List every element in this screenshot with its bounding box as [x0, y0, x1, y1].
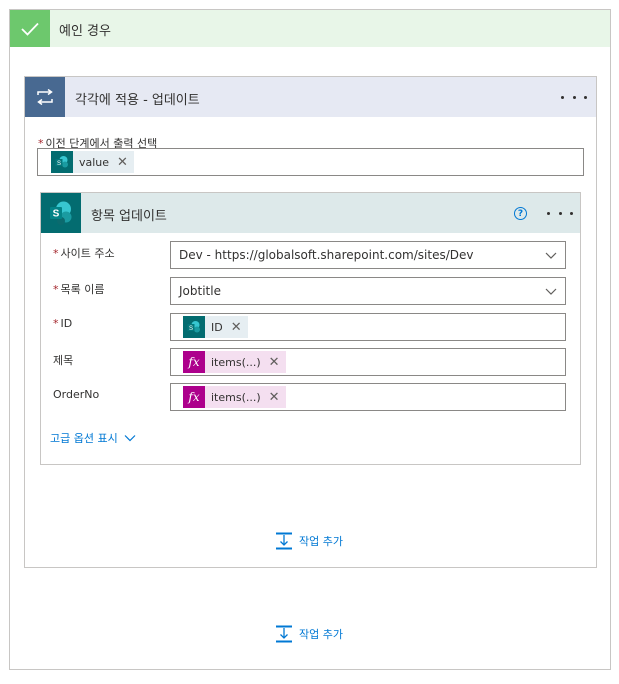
remove-title-token-icon[interactable]: ✕: [269, 356, 280, 369]
title-label: 제목: [53, 354, 74, 367]
site-address-dropdown[interactable]: Dev - https://globalsoft.sharepoint.com/…: [170, 241, 566, 269]
apply-to-each-header[interactable]: 각각에 적용 - 업데이트: [25, 77, 596, 117]
add-action-button-inner[interactable]: 작업 추가: [275, 532, 343, 550]
orderno-expression-token: fx items(...) ✕: [183, 386, 286, 408]
update-item-card: S 항목 업데이트 ? * 사이트 주소 Dev - https://global…: [40, 192, 581, 465]
add-action-label-inner: 작업 추가: [299, 535, 343, 548]
update-item-more-icon[interactable]: [547, 203, 573, 223]
add-action-button-outer[interactable]: 작업 추가: [275, 625, 343, 643]
update-item-header[interactable]: S 항목 업데이트 ?: [41, 193, 580, 233]
expression-fx-icon: fx: [183, 386, 205, 408]
sharepoint-icon: S: [51, 151, 73, 173]
update-item-title: 항목 업데이트: [91, 209, 167, 224]
site-address-value: Dev - https://globalsoft.sharepoint.com/…: [179, 248, 474, 262]
sharepoint-icon: S: [183, 316, 205, 338]
value-token-label: value: [79, 155, 110, 169]
checkmark-icon: [10, 10, 50, 47]
apply-to-each-card: 각각에 적용 - 업데이트 * 이전 단계에서 출력 선택 S value ✕ S…: [24, 76, 597, 568]
advanced-options-label: 고급 옵션 표시: [50, 432, 118, 445]
add-action-icon: [276, 532, 292, 550]
add-action-label-outer: 작업 추가: [299, 628, 343, 641]
id-token-label: ID: [211, 320, 223, 334]
svg-text:S: S: [53, 209, 60, 220]
title-field[interactable]: fx items(...) ✕: [170, 348, 566, 376]
title-expression-token: fx items(...) ✕: [183, 351, 286, 373]
orderno-token-label: items(...): [211, 390, 261, 404]
if-yes-branch: 예인 경우 각각에 적용 - 업데이트 * 이전 단계에서 출력 선택 S val…: [9, 9, 611, 670]
chevron-down-icon: [124, 435, 136, 442]
list-name-label: * 목록 이름: [53, 283, 105, 296]
id-field[interactable]: S ID ✕: [170, 313, 566, 341]
id-label: * ID: [53, 317, 73, 330]
chevron-down-icon: [545, 288, 557, 295]
apply-to-each-title: 각각에 적용 - 업데이트: [75, 93, 200, 108]
if-yes-header[interactable]: 예인 경우: [10, 10, 610, 47]
remove-id-token-icon[interactable]: ✕: [231, 321, 242, 334]
site-address-label: * 사이트 주소: [53, 247, 115, 260]
chevron-down-icon: [545, 252, 557, 259]
id-token: S ID ✕: [183, 316, 248, 338]
orderno-field[interactable]: fx items(...) ✕: [170, 383, 566, 411]
sharepoint-logo-icon: S: [41, 193, 81, 233]
output-select-field[interactable]: S value ✕: [37, 148, 584, 176]
if-yes-title: 예인 경우: [59, 24, 111, 39]
list-name-value: Jobtitle: [179, 284, 221, 298]
list-name-dropdown[interactable]: Jobtitle: [170, 277, 566, 305]
show-advanced-options-link[interactable]: 고급 옵션 표시: [50, 430, 136, 446]
expression-fx-icon: fx: [183, 351, 205, 373]
remove-orderno-token-icon[interactable]: ✕: [269, 391, 280, 404]
orderno-label: OrderNo: [53, 388, 100, 401]
title-token-label: items(...): [211, 355, 261, 369]
apply-to-each-more-icon[interactable]: [561, 87, 587, 107]
help-icon[interactable]: ?: [514, 207, 527, 220]
add-action-icon: [276, 625, 292, 643]
loop-icon: [25, 77, 65, 117]
remove-value-token-icon[interactable]: ✕: [117, 156, 128, 169]
svg-text:S: S: [57, 161, 61, 167]
value-token: S value ✕: [51, 151, 134, 173]
svg-text:S: S: [189, 326, 193, 332]
